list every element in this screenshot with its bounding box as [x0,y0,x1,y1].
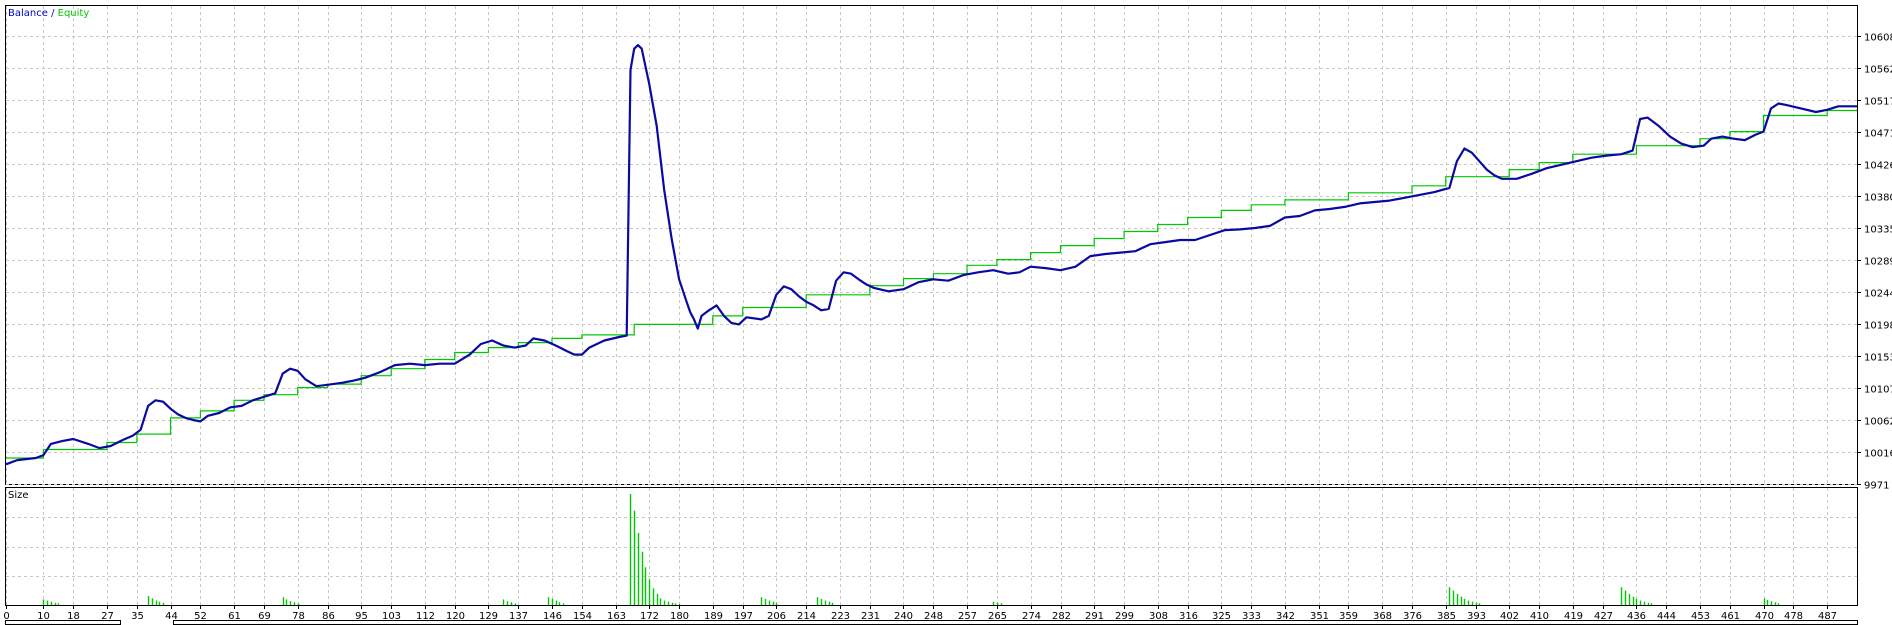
y-tick-label: 10153 [1864,353,1892,364]
y-tick-label: 10016 [1864,449,1892,460]
y-tick-label: 10517 [1864,97,1892,108]
y-tick-label: 10335 [1864,225,1892,236]
y-tick-label: 10562 [1864,65,1892,76]
x-axis-ticks: 0 10 18 27 35 44 52 61 69 78 86 95 103 112 120 129 137 14… [3,605,1837,622]
y-tick-label: 10062 [1864,417,1892,428]
scroll-tab-right[interactable] [173,620,1858,625]
legend: Balance / Equity [8,8,89,19]
y-axis-ticks: 10608 10562 10517 10471 10426 10380 10335 10289… [1857,33,1892,492]
size-panel-frame [5,487,1858,606]
legend-equity: Equity [58,8,90,19]
y-tick-label: 10380 [1864,193,1892,204]
balance-equity-chart: 10608 10562 10517 10471 10426 10380 10335 10289… [3,5,1892,625]
legend-balance: Balance [8,8,48,19]
y-tick-label: 9971 [1864,481,1889,492]
y-tick-label: 10608 [1864,33,1892,44]
legend-separator: / [48,8,58,19]
size-panel-label: Size [8,490,29,501]
scroll-tab-left[interactable] [5,620,121,625]
main-panel-frame [5,5,1858,485]
y-tick-label: 10107 [1864,385,1892,396]
x-tick-label: 35 [131,611,144,622]
y-tick-label: 10198 [1864,321,1892,332]
y-tick-label: 10289 [1864,257,1892,268]
y-tick-label: 10426 [1864,161,1892,172]
y-tick-label: 10471 [1864,129,1892,140]
y-tick-label: 10244 [1864,289,1892,300]
